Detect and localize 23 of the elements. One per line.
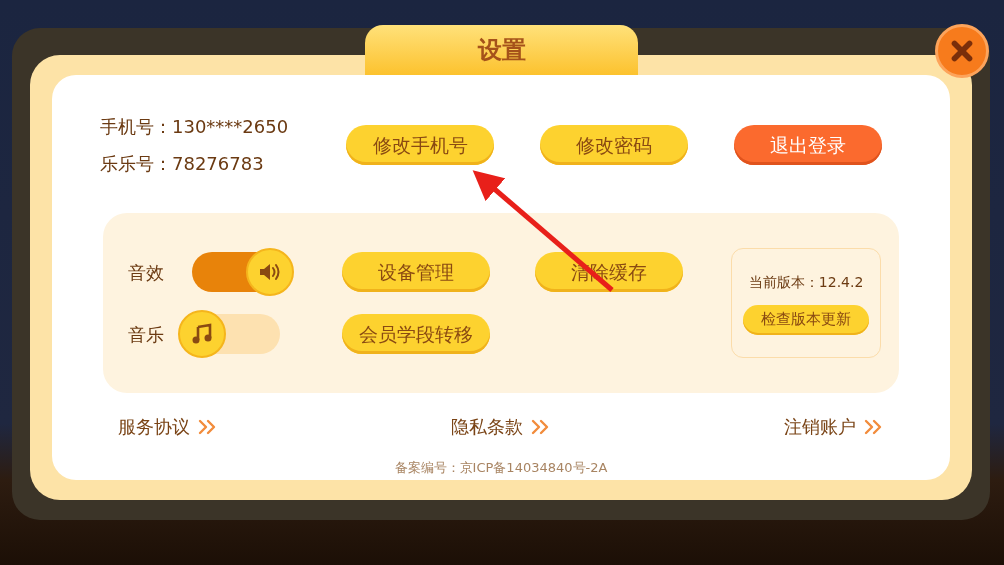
music-note-icon [191,323,213,345]
check-update-button[interactable]: 检查版本更新 [743,304,870,335]
pill-button[interactable]: 修改手机号 [346,125,494,165]
toggle-switch[interactable] [178,310,280,358]
footer-link[interactable]: 隐私条款 [451,413,551,440]
toggle-label: 音乐 [128,322,165,347]
account-info-text: 乐乐号：78276783 [100,152,265,176]
pill-button[interactable]: 修改密码 [540,125,688,165]
account-info-text: 手机号：130****2650 [100,115,290,139]
icp-record-text: 备案编号：京ICP备14034840号-2A [393,459,609,477]
toggle-switch[interactable] [192,248,294,296]
speaker-icon [258,262,282,282]
pill-button[interactable]: 退出登录 [734,125,882,165]
pill-button[interactable]: 会员学段转移 [341,314,490,354]
double-chevron-icon [864,418,884,435]
version-text: 当前版本：12.4.2 [748,272,864,292]
toggle-label: 音效 [128,260,165,285]
double-chevron-icon [531,418,551,435]
dialog-title: 设置 [477,35,526,66]
footer-link[interactable]: 服务协议 [118,413,218,440]
footer-link[interactable]: 注销账户 [784,413,884,440]
pill-button[interactable]: 设备管理 [341,252,490,292]
double-chevron-icon [198,418,218,435]
